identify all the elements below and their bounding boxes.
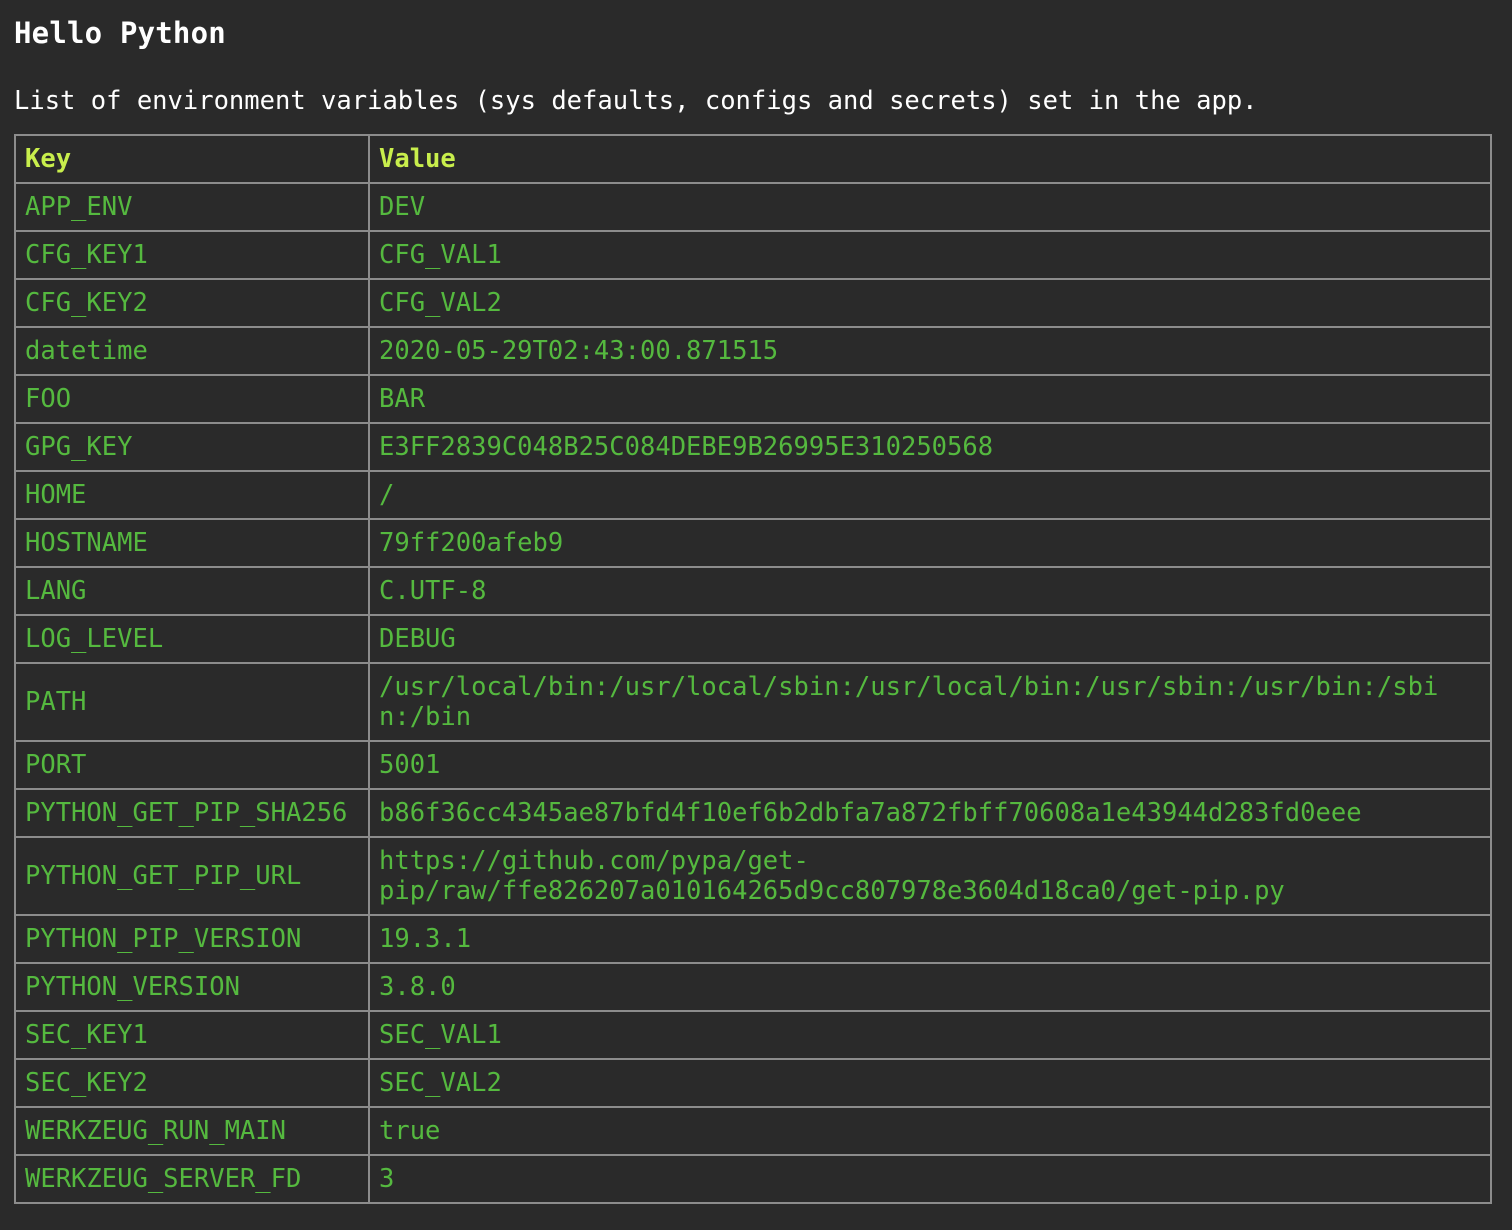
table-row: CFG_KEY2 CFG_VAL2 <box>14 278 1492 328</box>
row-value: SEC_VAL1 <box>368 1010 1492 1060</box>
table-row: GPG_KEY E3FF2839C048B25C084DEBE9B26995E3… <box>14 422 1492 472</box>
table-row: LANG C.UTF-8 <box>14 566 1492 616</box>
header-key: Key <box>14 134 370 184</box>
row-key: CFG_KEY2 <box>14 278 370 328</box>
row-value: 19.3.1 <box>368 914 1492 964</box>
table-row: PYTHON_VERSION 3.8.0 <box>14 962 1492 1012</box>
row-value: CFG_VAL2 <box>368 278 1492 328</box>
row-value: b86f36cc4345ae87bfd4f10ef6b2dbfa7a872fbf… <box>368 788 1492 838</box>
row-key: PYTHON_GET_PIP_SHA256 <box>14 788 370 838</box>
row-value: C.UTF-8 <box>368 566 1492 616</box>
table-row: HOSTNAME 79ff200afeb9 <box>14 518 1492 568</box>
table-row: CFG_KEY1 CFG_VAL1 <box>14 230 1492 280</box>
row-value: E3FF2839C048B25C084DEBE9B26995E310250568 <box>368 422 1492 472</box>
table-row: WERKZEUG_RUN_MAIN true <box>14 1106 1492 1156</box>
table-row: PYTHON_GET_PIP_URL https://github.com/py… <box>14 836 1492 916</box>
row-key: HOME <box>14 470 370 520</box>
row-key: GPG_KEY <box>14 422 370 472</box>
row-value: BAR <box>368 374 1492 424</box>
table-header-row: Key Value <box>14 134 1492 184</box>
row-key: HOSTNAME <box>14 518 370 568</box>
table-row: HOME / <box>14 470 1492 520</box>
table-row: WERKZEUG_SERVER_FD 3 <box>14 1154 1492 1204</box>
row-key: PORT <box>14 740 370 790</box>
row-key: PYTHON_GET_PIP_URL <box>14 836 370 916</box>
row-key: WERKZEUG_RUN_MAIN <box>14 1106 370 1156</box>
table-row: APP_ENV DEV <box>14 182 1492 232</box>
row-value: /usr/local/bin:/usr/local/sbin:/usr/loca… <box>368 662 1492 742</box>
page-title: Hello Python <box>14 16 226 50</box>
row-value: https://github.com/pypa/get-pip/raw/ffe8… <box>368 836 1492 916</box>
table-row: LOG_LEVEL DEBUG <box>14 614 1492 664</box>
row-value: 3.8.0 <box>368 962 1492 1012</box>
table-row: SEC_KEY1 SEC_VAL1 <box>14 1010 1492 1060</box>
header-value: Value <box>368 134 1492 184</box>
row-key: PATH <box>14 662 370 742</box>
row-key: FOO <box>14 374 370 424</box>
row-value: SEC_VAL2 <box>368 1058 1492 1108</box>
row-key: APP_ENV <box>14 182 370 232</box>
row-value: 79ff200afeb9 <box>368 518 1492 568</box>
row-key: WERKZEUG_SERVER_FD <box>14 1154 370 1204</box>
page-subtitle: List of environment variables (sys defau… <box>14 86 1258 116</box>
row-value: 5001 <box>368 740 1492 790</box>
row-key: LOG_LEVEL <box>14 614 370 664</box>
row-key: PYTHON_PIP_VERSION <box>14 914 370 964</box>
row-key: CFG_KEY1 <box>14 230 370 280</box>
row-key: PYTHON_VERSION <box>14 962 370 1012</box>
row-value: 2020-05-29T02:43:00.871515 <box>368 326 1492 376</box>
table-row: PYTHON_GET_PIP_SHA256 b86f36cc4345ae87bf… <box>14 788 1492 838</box>
table-row: PATH /usr/local/bin:/usr/local/sbin:/usr… <box>14 662 1492 742</box>
row-value: DEV <box>368 182 1492 232</box>
row-value: / <box>368 470 1492 520</box>
row-value: CFG_VAL1 <box>368 230 1492 280</box>
row-key: SEC_KEY2 <box>14 1058 370 1108</box>
table-row: SEC_KEY2 SEC_VAL2 <box>14 1058 1492 1108</box>
row-value: 3 <box>368 1154 1492 1204</box>
table-row: datetime 2020-05-29T02:43:00.871515 <box>14 326 1492 376</box>
table-row: FOO BAR <box>14 374 1492 424</box>
row-value: DEBUG <box>368 614 1492 664</box>
row-key: datetime <box>14 326 370 376</box>
env-vars-table: Key Value APP_ENV DEV CFG_KEY1 CFG_VAL1 … <box>14 134 1492 1204</box>
table-row: PORT 5001 <box>14 740 1492 790</box>
row-key: SEC_KEY1 <box>14 1010 370 1060</box>
row-value: true <box>368 1106 1492 1156</box>
table-row: PYTHON_PIP_VERSION 19.3.1 <box>14 914 1492 964</box>
row-key: LANG <box>14 566 370 616</box>
